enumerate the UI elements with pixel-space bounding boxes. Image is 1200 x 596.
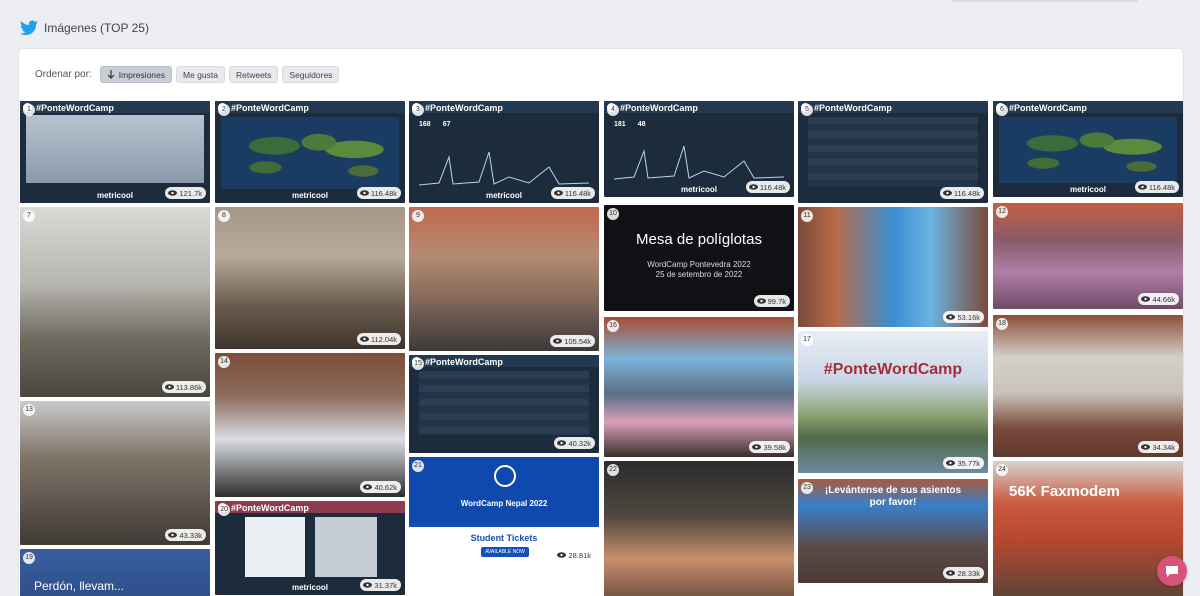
image-tile-8[interactable]: 8 112.04k — [215, 207, 405, 349]
sort-followers-button[interactable]: Seguidores — [282, 66, 340, 83]
views-badge: 116.48k — [1134, 181, 1179, 193]
image-grid: #PonteWordCamp metricool 1 121.7k 7 113.… — [19, 101, 1183, 596]
eye-icon — [359, 336, 369, 342]
sort-retweets-button[interactable]: Retweets — [228, 66, 279, 83]
views-badge: 43.33k — [165, 529, 206, 541]
image-tile-23[interactable]: ¡Levántense de sus asientos por favor! 2… — [798, 479, 988, 583]
views-badge: 44.66k — [1138, 293, 1179, 305]
views-badge: 35.77k — [943, 457, 984, 469]
image-tile-20[interactable]: #PonteWordCamp metricool 20 31.37k — [215, 501, 405, 595]
views-badge: 34.34k — [1138, 441, 1179, 453]
images-panel: Ordenar por: Impresiones Me gusta Retwee… — [19, 49, 1183, 596]
eye-icon — [553, 190, 563, 196]
eye-icon — [1141, 444, 1151, 450]
image-tile-21[interactable]: WordCamp Nepal 2022 Student Tickets AVAI… — [409, 457, 599, 565]
eye-icon — [942, 190, 952, 196]
views-badge: 116.48k — [356, 187, 401, 199]
eye-icon — [557, 440, 567, 446]
sort-controls: Ordenar por: Impresiones Me gusta Retwee… — [35, 66, 340, 83]
sparkline-chart — [419, 151, 589, 186]
eye-icon — [1141, 296, 1151, 302]
eye-icon — [363, 484, 373, 490]
views-badge: 39.58k — [749, 441, 790, 453]
page-title: Imágenes (TOP 25) — [44, 21, 149, 35]
views-badge: 116.48k — [939, 187, 984, 199]
photo-thumbnail — [245, 517, 305, 577]
sort-label: Ordenar por: — [35, 69, 92, 80]
views-badge: 113.86k — [161, 381, 206, 393]
image-tile-9[interactable]: 9 105.54k — [409, 207, 599, 351]
eye-icon — [1137, 184, 1147, 190]
world-map — [999, 117, 1177, 183]
eye-icon — [363, 582, 373, 588]
image-tile-16[interactable]: 16 39.58k — [604, 317, 794, 457]
ranking-list — [419, 371, 589, 435]
image-tile-11[interactable]: 11 53.16k — [798, 207, 988, 327]
image-tile-6[interactable]: #PonteWordCamp metricool 6 116.48k — [993, 101, 1183, 197]
views-badge: 99.7k — [753, 295, 790, 307]
views-badge: 53.16k — [943, 311, 984, 323]
views-badge: 112.04k — [356, 333, 401, 345]
eye-icon — [168, 532, 178, 538]
image-tile-1[interactable]: #PonteWordCamp metricool 1 121.7k — [20, 101, 210, 203]
views-badge: 121.7k — [165, 187, 206, 199]
eye-icon — [946, 314, 956, 320]
eye-icon — [752, 444, 762, 450]
views-badge: 31.37k — [360, 579, 401, 591]
eye-icon — [946, 460, 956, 466]
image-tile-12[interactable]: 12 44.66k — [993, 203, 1183, 309]
image-tile-3[interactable]: #PonteWordCamp 168 67 metricool 3 116.48k — [409, 101, 599, 203]
eye-icon — [557, 552, 567, 558]
screenshot-thumbnail — [26, 115, 204, 183]
eye-icon — [946, 570, 956, 576]
views-badge: 40.32k — [554, 437, 595, 449]
twitter-icon — [20, 20, 38, 36]
eye-icon — [164, 384, 174, 390]
chat-button[interactable] — [1157, 556, 1187, 586]
image-tile-13[interactable]: 13 43.33k — [20, 401, 210, 545]
arrow-down-icon — [107, 69, 115, 79]
views-badge: 116.48k — [745, 181, 790, 193]
wordpress-logo-icon — [494, 465, 516, 487]
image-tile-15[interactable]: #PonteWordCamp 15 40.32k — [409, 355, 599, 453]
sort-likes-button[interactable]: Me gusta — [176, 66, 225, 83]
views-badge: 40.62k — [360, 481, 401, 493]
image-tile-2[interactable]: #PonteWordCamp metricool 2 116.48k — [215, 101, 405, 203]
image-tile-5[interactable]: #PonteWordCamp 5 116.48k — [798, 101, 988, 203]
top-toolbar-edge — [952, 0, 1138, 2]
views-badge: 116.48k — [550, 187, 595, 199]
sparkline-chart — [614, 145, 784, 180]
image-tile-22[interactable]: 22 — [604, 461, 794, 596]
image-tile-24[interactable]: 56K Faxmodem 24 — [993, 461, 1183, 596]
eye-icon — [359, 190, 369, 196]
world-map — [221, 117, 399, 189]
sort-impressions-button[interactable]: Impresiones — [99, 66, 173, 83]
eye-icon — [168, 190, 178, 196]
image-tile-17[interactable]: #PonteWordCamp 17 35.77k — [798, 331, 988, 473]
image-tile-18[interactable]: 18 34.34k — [993, 315, 1183, 457]
views-badge: 28.81k — [554, 549, 595, 561]
eye-icon — [748, 184, 758, 190]
chat-bubble-icon — [1166, 566, 1178, 577]
section-header: Imágenes (TOP 25) — [20, 18, 149, 38]
image-tile-10[interactable]: Mesa de políglotas WordCamp Pontevedra 2… — [604, 205, 794, 311]
views-badge: 28.33k — [943, 567, 984, 579]
ranking-list — [808, 117, 978, 187]
image-tile-4[interactable]: #PonteWordCamp 181 48 metricool 4 116.48k — [604, 101, 794, 197]
image-tile-14[interactable]: 14 40.62k — [215, 353, 405, 497]
views-badge: 105.54k — [550, 335, 595, 347]
photo-thumbnail — [315, 517, 377, 577]
image-tile-19[interactable]: 19 Perdón, llevam... — [20, 549, 210, 596]
eye-icon — [756, 298, 766, 304]
image-tile-7[interactable]: 7 113.86k — [20, 207, 210, 397]
eye-icon — [553, 338, 563, 344]
